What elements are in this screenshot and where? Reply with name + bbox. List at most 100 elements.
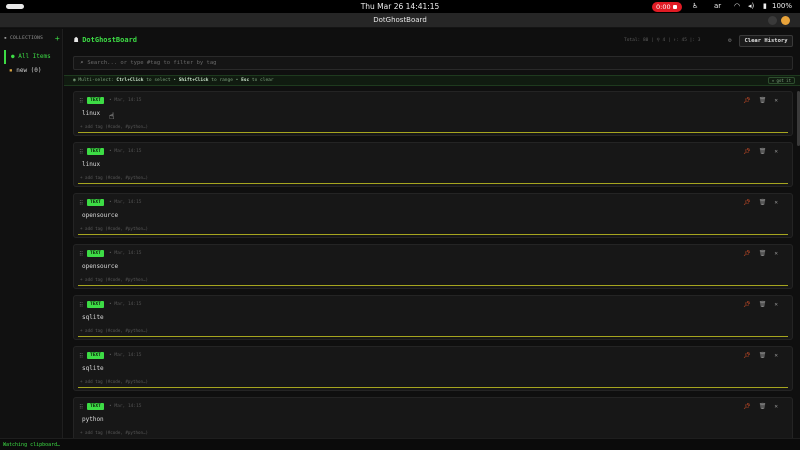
clipboard-card[interactable]: ⠿ TEXT • Mar, 14:15 sqlite + add tag (#c… [73,346,793,391]
battery-icon[interactable]: ▮ [763,0,767,13]
recording-time: 0:00 [656,3,671,11]
delete-icon[interactable]: 🗑︎ [759,250,767,257]
add-tag-input[interactable]: + add tag (#code, #python…) [80,124,148,129]
accessibility-icon[interactable]: ♿ [692,0,698,13]
add-tag-input[interactable]: + add tag (#code, #python…) [80,175,148,180]
delete-icon[interactable]: 🗑︎ [759,301,767,308]
wifi-icon[interactable]: ◠ [734,0,740,13]
type-badge: TEXT [87,403,104,410]
screen-recording-indicator[interactable]: 0:00 [652,2,682,12]
close-icon[interactable]: ✕ [774,250,778,257]
card-content: linux [82,110,101,117]
pin-icon[interactable]: 📌︎ [743,148,751,155]
hint-text: to range • [211,78,239,83]
collections-heading-label: COLLECTIONS [10,36,44,41]
drag-handle-icon[interactable]: ⠿ [79,149,83,156]
close-icon[interactable]: ✕ [774,352,778,359]
add-tag-input[interactable]: + add tag (#code, #python…) [80,430,148,435]
timestamp: • Mar, 14:15 [109,302,142,307]
clipboard-list: ⠿ TEXT • Mar, 14:15 linux + add tag (#co… [73,91,793,438]
close-icon[interactable]: ✕ [774,199,778,206]
type-badge: TEXT [87,352,104,359]
multi-select-hint: ◉ Multi-select: Ctrl+Click to select • S… [64,75,800,86]
card-underline [78,234,788,235]
clipboard-card[interactable]: ⠿ TEXT • Mar, 14:15 linux + add tag (#co… [73,91,793,136]
type-badge: TEXT [87,97,104,104]
add-tag-input[interactable]: + add tag (#code, #python…) [80,277,148,282]
search-input[interactable]: ⌕ Search... or type #tag to filter by tag [73,56,793,70]
clipboard-card[interactable]: ⠿ TEXT • Mar, 14:15 sqlite + add tag (#c… [73,295,793,340]
drag-handle-icon[interactable]: ⠿ [79,98,83,105]
sidebar-item-new[interactable]: ▪ new (0) [4,64,60,78]
stats-summary: Total: 80 | ⚲ 4 | ↑: 45 |: 3 [624,38,701,43]
timestamp: • Mar, 14:15 [109,98,142,103]
card-content: opensource [82,212,119,219]
card-underline [78,183,788,184]
timestamp: • Mar, 14:15 [109,251,142,256]
collections-sidebar: ▪ COLLECTIONS + ● All Items ▪ new (0) [0,29,63,438]
drag-handle-icon[interactable]: ⠿ [79,200,83,207]
card-content: sqlite [82,314,104,321]
stop-icon [673,5,677,9]
close-icon[interactable]: ✕ [774,403,778,410]
delete-icon[interactable]: 🗑︎ [759,403,767,410]
app-brand: ☗ DotGhostBoard [74,36,137,44]
pin-icon[interactable]: 📌︎ [743,97,751,104]
close-icon[interactable]: ✕ [774,148,778,155]
window-titlebar: DotGhostBoard [0,13,800,28]
card-underline [78,285,788,286]
search-icon: ⌕ [80,60,84,66]
delete-icon[interactable]: 🗑︎ [759,97,767,104]
type-badge: TEXT [87,250,104,257]
volume-icon[interactable]: ◂) [748,0,754,13]
drag-handle-icon[interactable]: ⠿ [79,251,83,258]
type-badge: TEXT [87,148,104,155]
card-content: linux [82,161,101,168]
drag-handle-icon[interactable]: ⠿ [79,404,83,411]
close-icon[interactable]: ✕ [774,301,778,308]
pin-icon[interactable]: 📌︎ [743,199,751,206]
type-badge: TEXT [87,301,104,308]
brand-label: DotGhostBoard [82,36,138,44]
pin-icon[interactable]: 📌︎ [743,250,751,257]
sidebar-item-label: All Items [18,53,51,60]
delete-icon[interactable]: 🗑︎ [759,148,767,155]
add-collection-icon[interactable]: + [55,34,60,43]
language-indicator[interactable]: ar [714,0,721,13]
add-tag-input[interactable]: + add tag (#code, #python…) [80,226,148,231]
status-bar: Watching clipboard… [0,438,800,450]
close-button[interactable] [781,16,790,25]
card-underline [78,336,788,337]
clipboard-card[interactable]: ⠿ TEXT • Mar, 14:15 opensource + add tag… [73,244,793,289]
pin-icon[interactable]: 📌︎ [743,301,751,308]
dismiss-hint-button[interactable]: ✕ got it [767,77,795,84]
hint-prefix: Multi-select: [78,78,114,83]
hint-key-shift: Shift+Click [178,78,209,83]
clipboard-card[interactable]: ⠿ TEXT • Mar, 14:15 python + add tag (#c… [73,397,793,438]
pin-icon[interactable]: 📌︎ [743,403,751,410]
minimize-button[interactable] [768,16,777,25]
add-tag-input[interactable]: + add tag (#code, #python…) [80,328,148,333]
pin-icon[interactable]: 📌︎ [743,352,751,359]
delete-icon[interactable]: 🗑︎ [759,199,767,206]
clipboard-card[interactable]: ⠿ TEXT • Mar, 14:15 opensource + add tag… [73,193,793,238]
search-placeholder: Search... or type #tag to filter by tag [87,60,217,66]
clear-history-button[interactable]: Clear History [739,35,793,47]
card-content: python [82,416,104,423]
battery-level: 100% [772,2,793,10]
sidebar-item-all-items[interactable]: ● All Items [4,50,60,64]
timestamp: • Mar, 14:15 [109,149,142,154]
ghost-icon: ☗ [74,36,79,44]
card-underline [78,132,788,133]
sidebar-item-label: new (0) [16,67,42,74]
delete-icon[interactable]: 🗑︎ [759,352,767,359]
add-tag-input[interactable]: + add tag (#code, #python…) [80,379,148,384]
hint-key-esc: Esc [241,78,250,83]
drag-handle-icon[interactable]: ⠿ [79,353,83,360]
close-icon[interactable]: ✕ [774,97,778,104]
type-badge: TEXT [87,199,104,206]
drag-handle-icon[interactable]: ⠿ [79,302,83,309]
settings-icon[interactable]: ⚙ [728,37,732,44]
timestamp: • Mar, 14:15 [109,353,142,358]
clipboard-card[interactable]: ⠿ TEXT • Mar, 14:15 linux + add tag (#co… [73,142,793,187]
